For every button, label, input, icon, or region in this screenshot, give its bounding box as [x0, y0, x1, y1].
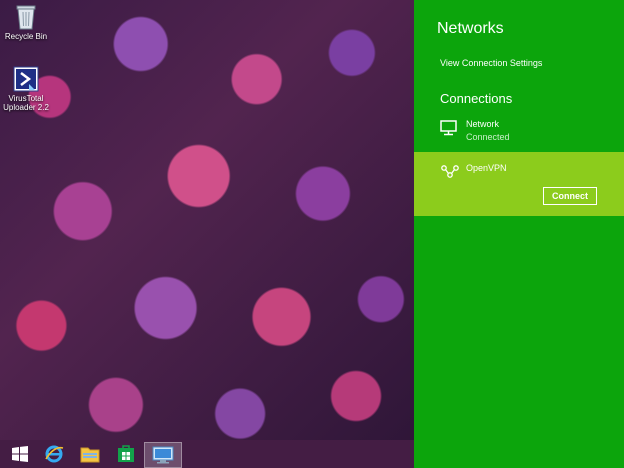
connections-heading: Connections — [440, 91, 513, 106]
networks-panel: Networks View Connection Settings Connec… — [414, 0, 624, 468]
store-icon — [118, 445, 134, 462]
internet-explorer-icon — [45, 445, 64, 463]
virustotal-uploader-icon — [13, 66, 39, 92]
remote-desktop-icon — [152, 446, 174, 464]
windows-start-icon — [12, 446, 28, 462]
recycle-bin-icon — [16, 5, 36, 30]
file-explorer-icon — [80, 447, 100, 463]
taskbar — [0, 440, 414, 468]
taskbar-internet-explorer[interactable] — [38, 442, 70, 466]
openvpn-name: OpenVPN — [466, 163, 507, 173]
desktop: Recycle Bin VirusTotal Uploader 2.2 — [0, 0, 414, 440]
page-title: Networks — [437, 20, 504, 37]
start-button[interactable] — [4, 442, 36, 466]
network-status: Connected — [466, 132, 510, 142]
taskbar-store[interactable] — [110, 442, 142, 466]
wired-network-icon — [440, 120, 457, 136]
view-connection-settings-link[interactable]: View Connection Settings — [440, 58, 542, 68]
virustotal-uploader-label: VirusTotal Uploader 2.2 — [3, 94, 49, 112]
recycle-bin-label: Recycle Bin — [4, 32, 48, 41]
network-name: Network — [466, 119, 500, 129]
vpn-network-icon — [441, 165, 459, 178]
connect-button[interactable]: Connect — [543, 187, 597, 205]
network-item-network[interactable]: Network Connected — [440, 118, 610, 146]
network-item-openvpn[interactable]: OpenVPN Connect — [414, 152, 624, 216]
taskbar-file-explorer[interactable] — [74, 442, 106, 466]
desktop-icon-recycle-bin[interactable]: Recycle Bin — [0, 4, 52, 41]
taskbar-remote-desktop[interactable] — [144, 442, 182, 468]
desktop-icon-virustotal-uploader[interactable]: VirusTotal Uploader 2.2 — [0, 66, 52, 112]
